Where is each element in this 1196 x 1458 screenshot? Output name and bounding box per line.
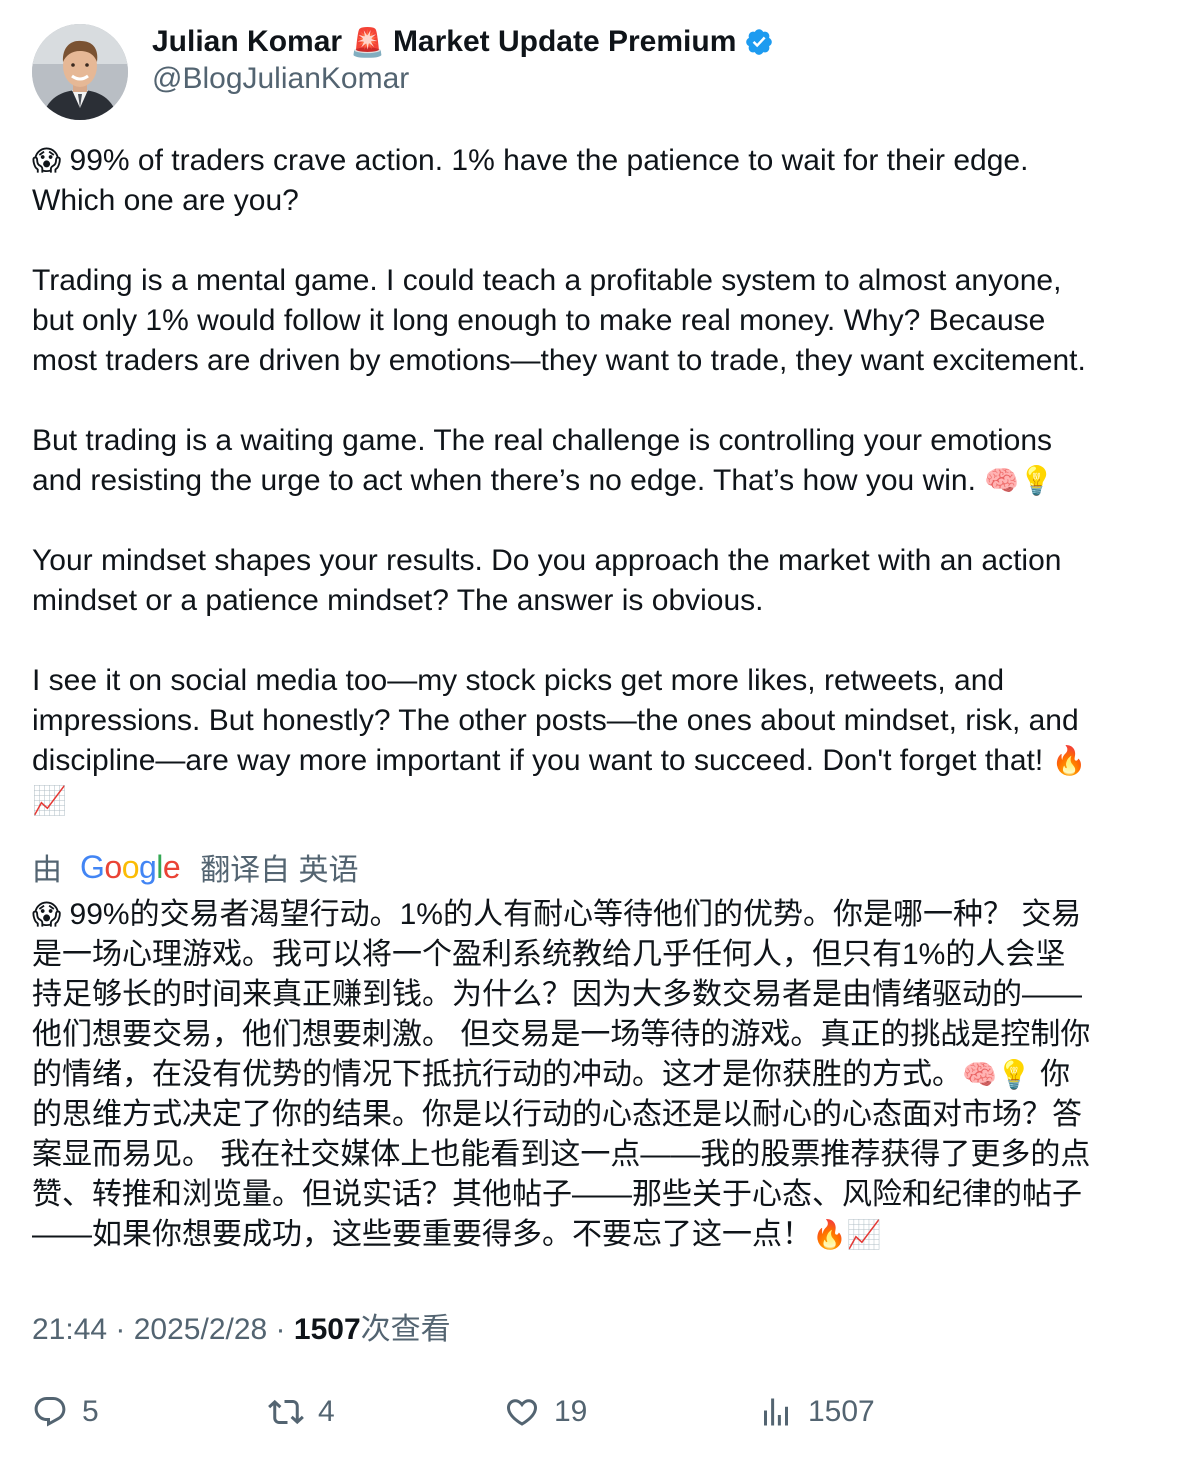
- text-line: [32, 221, 1172, 261]
- line-text: 赞、转推和浏览量。但说实话？其他帖子——那些关于心态、风险和纪律的帖子: [32, 1178, 1082, 1211]
- text-line: 的思维方式决定了你的结果。你是以行动的心态还是以耐心的心态面对市场？答: [32, 1095, 1172, 1135]
- text-line: 案显而易见。 我在社交媒体上也能看到这一点——我的股票推荐获得了更多的点: [32, 1135, 1172, 1175]
- views-count: 1507: [293, 1313, 361, 1346]
- line-text: 的思维方式决定了你的结果。你是以行动的心态还是以耐心的心态面对市场？答: [32, 1098, 1082, 1131]
- line-text: ——如果你想要成功，这些要重要得多。不要忘了这一点！: [32, 1218, 812, 1251]
- text-line: 是一场心理游戏。我可以将一个盈利系统教给几乎任何人，但只有1%的人会坚: [32, 935, 1172, 975]
- action-bar: 5 4 19 1507: [32, 1390, 1132, 1434]
- text-line: 📈: [32, 781, 1172, 821]
- emoji: 🧠💡: [984, 464, 1054, 497]
- text-line: mindset or a patience mindset? The answe…: [32, 581, 1172, 621]
- line-text: most traders are driven by emotions—they…: [32, 344, 1086, 377]
- line-text: discipline—are way more important if you…: [32, 744, 1052, 777]
- text-line: 他们想要交易，他们想要刺激。 但交易是一场等待的游戏。真正的挑战是控制你: [32, 1015, 1172, 1055]
- author-name-row[interactable]: Julian Komar 🚨 Market Update Premium: [152, 22, 774, 62]
- line-text: I see it on social media too—my stock pi…: [32, 664, 1005, 697]
- emoji: 😱: [32, 898, 62, 931]
- like-count: 19: [554, 1395, 588, 1428]
- meta-separator: ·: [107, 1313, 134, 1346]
- translation-source-label[interactable]: 翻译自 英语: [200, 845, 358, 889]
- verified-badge-icon: [746, 29, 773, 55]
- line-text: impressions. But honestly? The other pos…: [32, 704, 1079, 737]
- retweet-count: 4: [318, 1395, 335, 1428]
- tweet-text: 😱 99% of traders crave action. 1% have t…: [32, 141, 1172, 821]
- text-line: 持足够长的时间来真正赚到钱。为什么？因为大多数交易者是由情绪驱动的——: [32, 975, 1172, 1015]
- line-text: 99% of traders crave action. 1% have the…: [61, 144, 1029, 177]
- views-button[interactable]: 1507: [758, 1390, 875, 1434]
- analytics-icon: [764, 1398, 788, 1426]
- tweet-meta: 21:44 · 2025/2/28 · 1507次查看: [32, 1304, 451, 1348]
- line-text: Which one are you?: [32, 184, 299, 217]
- text-line: 赞、转推和浏览量。但说实话？其他帖子——那些关于心态、风险和纪律的帖子: [32, 1175, 1172, 1215]
- text-line: most traders are driven by emotions—they…: [32, 341, 1172, 381]
- text-line: impressions. But honestly? The other pos…: [32, 701, 1172, 741]
- reply-count: 5: [82, 1395, 99, 1428]
- line-text: 你: [1031, 1058, 1071, 1091]
- views-label: 次查看: [360, 1313, 451, 1346]
- text-line: and resisting the urge to act when there…: [32, 461, 1172, 501]
- google-logo: Google: [80, 848, 181, 885]
- translated-text: 😱 99%的交易者渴望行动。1%的人有耐心等待他们的优势。你是哪一种？ 交易 是一…: [32, 895, 1172, 1255]
- reply-icon: [34, 1397, 66, 1427]
- line-text: 他们想要交易，他们想要刺激。 但交易是一场等待的游戏。真正的挑战是控制你: [32, 1018, 1091, 1051]
- text-line: [32, 381, 1172, 421]
- text-line: But trading is a waiting game. The real …: [32, 421, 1172, 461]
- text-line: 的情绪，在没有优势的情况下抵抗行动的冲动。这才是你获胜的方式。🧠💡 你: [32, 1055, 1172, 1095]
- text-line: Which one are you?: [32, 181, 1172, 221]
- line-text: Your mindset shapes your results. Do you…: [32, 544, 1062, 577]
- retweet-icon: [268, 1399, 304, 1425]
- text-line: ——如果你想要成功，这些要重要得多。不要忘了这一点！🔥📈: [32, 1215, 1172, 1255]
- translation-prefix: 由: [32, 854, 62, 887]
- heart-icon: [506, 1399, 538, 1426]
- tweet-date[interactable]: 2025/2/28: [134, 1313, 267, 1346]
- text-line: discipline—are way more important if you…: [32, 741, 1172, 781]
- line-text: but only 1% would follow it long enough …: [32, 304, 1046, 337]
- text-line: Your mindset shapes your results. Do you…: [32, 541, 1172, 581]
- text-line: [32, 501, 1172, 541]
- text-line: but only 1% would follow it long enough …: [32, 301, 1172, 341]
- emoji: 🔥: [1051, 744, 1087, 777]
- author-name[interactable]: Julian Komar: [152, 25, 342, 59]
- meta-separator: ·: [267, 1313, 294, 1346]
- like-button[interactable]: 19: [504, 1390, 587, 1434]
- views-action-count: 1507: [808, 1395, 875, 1428]
- text-line: [32, 621, 1172, 661]
- emoji: 🔥📈: [812, 1218, 882, 1251]
- line-text: 是一场心理游戏。我可以将一个盈利系统教给几乎任何人，但只有1%的人会坚: [32, 938, 1066, 971]
- line-text: Trading is a mental game. I could teach …: [32, 264, 1062, 297]
- line-text: and resisting the urge to act when there…: [32, 464, 985, 497]
- emoji: 🧠💡: [962, 1058, 1032, 1091]
- line-text: 持足够长的时间来真正赚到钱。为什么？因为大多数交易者是由情绪驱动的——: [32, 978, 1082, 1011]
- retweet-button[interactable]: 4: [268, 1390, 335, 1434]
- line-text: mindset or a patience mindset? The answe…: [32, 584, 764, 617]
- text-line: Trading is a mental game. I could teach …: [32, 261, 1172, 301]
- line-text: But trading is a waiting game. The real …: [32, 424, 1052, 457]
- line-text: 的情绪，在没有优势的情况下抵抗行动的冲动。这才是你获胜的方式。: [32, 1058, 962, 1091]
- emoji: 📈: [32, 784, 67, 817]
- reply-button[interactable]: 5: [32, 1390, 99, 1434]
- text-line: 😱 99% of traders crave action. 1% have t…: [32, 141, 1172, 181]
- line-text: 案显而易见。 我在社交媒体上也能看到这一点——我的股票推荐获得了更多的点: [32, 1138, 1091, 1171]
- tweet-time[interactable]: 21:44: [32, 1313, 107, 1346]
- emoji: 😱: [32, 144, 62, 177]
- line-text: 99%的交易者渴望行动。1%的人有耐心等待他们的优势。你是哪一种？ 交易: [61, 898, 1082, 931]
- author-handle[interactable]: @BlogJulianKomar: [152, 62, 409, 96]
- avatar-photo: [32, 24, 128, 120]
- author-name-suffix[interactable]: Market Update Premium: [393, 25, 736, 59]
- translation-attribution: 由 Google 翻译自 英语: [32, 846, 359, 888]
- avatar[interactable]: [32, 24, 128, 120]
- text-line: I see it on social media too—my stock pi…: [32, 661, 1172, 701]
- text-line: 😱 99%的交易者渴望行动。1%的人有耐心等待他们的优势。你是哪一种？ 交易: [32, 895, 1172, 935]
- siren-emoji: 🚨: [350, 25, 385, 59]
